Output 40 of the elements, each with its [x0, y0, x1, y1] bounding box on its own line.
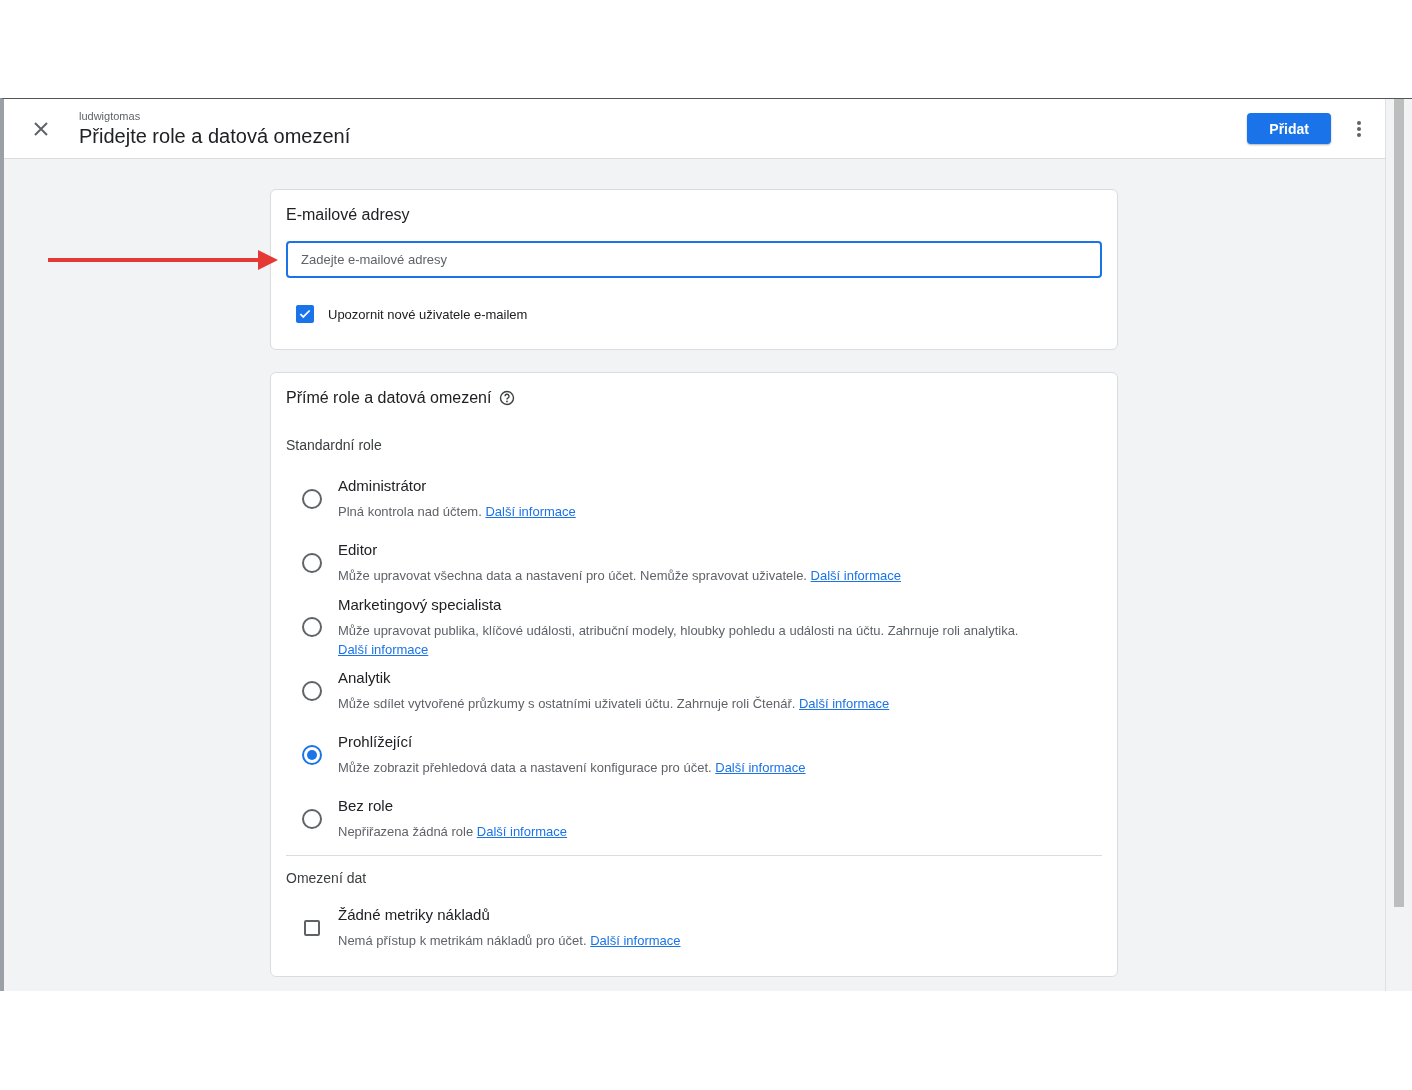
radio-button[interactable]	[302, 553, 322, 573]
option-title: Prohlížející	[338, 733, 414, 750]
option-description: Může upravovat všechna data a nastavení pro účet. Nemůže spravovat uživatele. Další informace	[338, 567, 901, 585]
learn-more-link[interactable]: Další informace	[715, 760, 806, 775]
learn-more-link[interactable]: Další informace	[810, 568, 901, 583]
radio-button[interactable]	[302, 745, 322, 765]
section-heading: Standardní role	[286, 437, 383, 453]
learn-more-link[interactable]: Další informace	[476, 824, 568, 839]
learn-more-link[interactable]: Další informace	[799, 696, 890, 711]
radio-button[interactable]	[302, 681, 322, 701]
radio-button[interactable]	[302, 809, 322, 829]
learn-more-link[interactable]: Další informace	[590, 933, 681, 948]
add-button[interactable]: Přidat	[1247, 113, 1331, 144]
option-title: Žádné metriky nákladů	[338, 906, 491, 923]
checkbox[interactable]	[304, 920, 320, 936]
checkbox[interactable]	[296, 305, 314, 323]
option-title: Editor	[338, 541, 379, 558]
option-description: Nepřiřazena žádná role Další informace	[338, 823, 568, 841]
card-title: Přímé role a datová omezení	[286, 389, 492, 407]
option-description: Plná kontrola nad účtem. Další informace	[338, 503, 576, 521]
account-name: ludwigtomas	[79, 109, 142, 122]
radio-button[interactable]	[302, 617, 322, 637]
checkbox-label: Upozornit nové uživatele e-mailem	[328, 306, 528, 322]
page-title: Přidejte role a datová omezení	[79, 124, 352, 148]
learn-more-link[interactable]: Další informace	[338, 641, 429, 657]
option-description: Může upravovat publika, klíčové události, atribuční modely, hloubky pohledu a události na účtu. Zahrnuje roli analytika. Další informace	[338, 621, 1020, 659]
email-input-field[interactable]: Zadejte e-mailové adresy	[286, 241, 1102, 278]
checkmark-icon	[298, 307, 312, 321]
option-description: Nemá přístup k metrikám nákladů pro účet. Další informace	[338, 932, 681, 950]
section-heading: Omezení dat	[286, 870, 368, 886]
option-description: Může zobrazit přehledová data a nastavení konfigurace pro účet. Další informace	[338, 759, 806, 777]
option-title: Analytik	[338, 669, 392, 686]
option-title: Bez role	[338, 797, 395, 814]
option-title: Administrátor	[338, 477, 428, 494]
option-title: Marketingový specialista	[338, 595, 503, 613]
help-icon[interactable]	[499, 390, 516, 406]
radio-button[interactable]	[302, 489, 322, 509]
card-title: E-mailové adresy	[286, 206, 410, 224]
option-description: Může sdílet vytvořené průzkumy s ostatními uživateli účtu. Zahrnuje roli Čtenář. Další informace	[338, 695, 890, 713]
learn-more-link[interactable]: Další informace	[485, 504, 576, 519]
